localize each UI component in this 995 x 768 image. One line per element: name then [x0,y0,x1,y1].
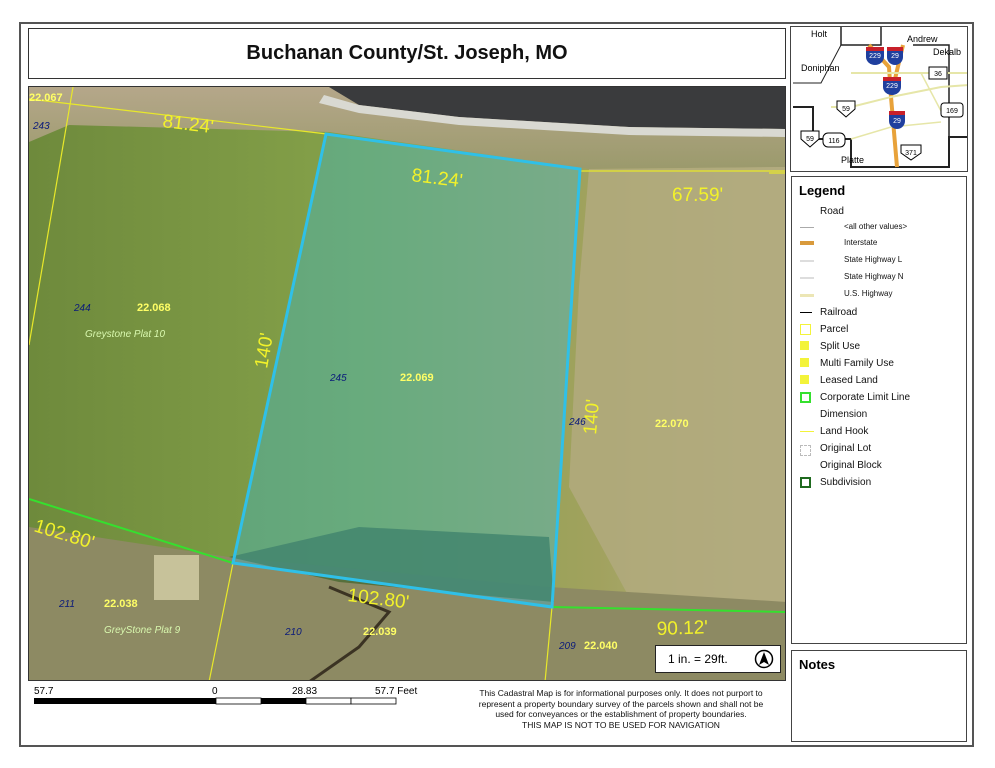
north-arrow-icon [754,649,774,669]
lot-246: 246 [568,417,586,428]
notes-title: Notes [799,657,836,672]
tan-field [569,167,785,607]
legend-subdivision: Subdivision [820,477,872,488]
scale-ratio: 1 in. = 29ft. [668,652,728,666]
legend-road: Road [820,206,844,217]
scale-bar: 57.7 0 28.83 57.7 Feet [34,686,417,705]
loc-i29-mid: 29 [893,118,901,125]
legend-swatch-original-lot [800,445,811,456]
dim-top-right: 67.59' [672,185,723,206]
plat-9-label: GreyStone Plat 9 [104,625,181,636]
loc-dekalb: Dekalb [933,47,961,57]
legend-panel: Legend Road <all other values> Interstat… [791,176,967,644]
loc-i229-mid: 229 [886,83,898,90]
legend-swatch-subdivision [800,477,811,488]
map-title: Buchanan County/St. Joseph, MO [246,42,568,64]
legend-swatch-interstate [800,241,814,245]
legend-state-l: State Highway L [844,255,903,264]
legend-swatch-multi-family [800,358,809,367]
loc-platte: Platte [841,155,864,165]
legend-swatch-corporate [800,392,811,403]
loc-andrew: Andrew [907,34,938,44]
loc-holt: Holt [811,29,828,39]
loc-doniphan: Doniphan [801,63,840,73]
loc-us59-bot: 59 [806,136,814,143]
legend-interstate: Interstate [844,238,878,247]
parcel-22039: 22.039 [363,626,397,638]
railroad-icon [800,312,812,313]
map-canvas[interactable]: 81.24' 81.24' 67.59' 140' 140' 102.80' 1… [28,86,786,681]
legend-us-highway: U.S. Highway [844,289,893,298]
lot-243: 243 [32,121,50,132]
legend-swatch-split-use [800,341,809,350]
parcel-22070: 22.070 [655,418,689,430]
legend-swatch-state-l [800,260,814,262]
legend-multi-family: Multi Family Use [820,358,894,369]
lot-209: 209 [558,641,576,652]
disclaimer-line-2: represent a property boundary survey of … [478,698,764,709]
loc-us59-top: 59 [842,106,850,113]
loc-us371: 371 [905,150,917,157]
scale-mid: 28.83 [292,686,317,697]
legend-title: Legend [799,183,846,198]
legend-railroad: Railroad [820,307,858,318]
disclaimer-line-4: THIS MAP IS NOT TO BE USED FOR NAVIGATIO… [522,719,720,730]
legend-swatch-state-n [800,277,814,279]
loc-i229-top: 229 [869,53,881,60]
legend-original-block: Original Block [820,460,882,471]
legend-corporate: Corporate Limit Line [820,392,911,403]
parcel-22068: 22.068 [137,302,171,314]
legend-all-other: <all other values> [844,222,908,231]
legend-swatch-parcel [800,324,811,335]
disclaimer-line-1: This Cadastral Map is for informational … [479,688,763,698]
legend-land-hook: Land Hook [820,426,869,437]
parcel-22038: 22.038 [104,598,138,610]
locator-map: Holt Andrew Dekalb Doniphan Platte 229 2… [790,26,968,172]
notes-panel: Notes [791,650,967,742]
legend-swatch-leased [800,375,809,384]
loc-i29-top: 29 [891,53,899,60]
loc-us36: 36 [934,71,942,78]
lot-210: 210 [284,627,302,638]
lot-244: 244 [73,303,91,314]
parcel-22067: 22.067 [29,92,63,104]
title-box: Buchanan County/St. Joseph, MO [28,28,786,79]
legend-original-lot: Original Lot [820,443,872,454]
disclaimer: This Cadastral Map is for informational … [458,688,784,730]
loc-us169: 169 [946,108,958,115]
pond [154,555,199,600]
legend-leased-land: Leased Land [820,375,878,386]
disclaimer-line-3: used for conveyances or the establishmen… [495,709,747,719]
dim-bottom-right: 90.12' [656,617,708,640]
legend-state-n: State Highway N [844,272,904,281]
legend-swatch-other [800,227,814,228]
scale-right: 57.7 Feet [375,686,417,697]
parcel-22069: 22.069 [400,372,434,384]
lot-245: 245 [329,373,347,384]
parcel-22040: 22.040 [584,640,618,652]
scale-zero: 0 [212,686,218,697]
loc-us116: 116 [828,138,839,145]
legend-parcel: Parcel [820,324,849,335]
lot-211: 211 [58,599,75,610]
legend-swatch-us [800,294,814,297]
legend-dimension: Dimension [820,409,868,420]
legend-split-use: Split Use [820,341,861,352]
plat-10-label: Greystone Plat 10 [85,329,165,340]
legend-swatch-land-hook [800,431,814,432]
aerial-map[interactable]: 81.24' 81.24' 67.59' 140' 140' 102.80' 1… [29,87,786,681]
scale-left: 57.7 [34,686,54,697]
